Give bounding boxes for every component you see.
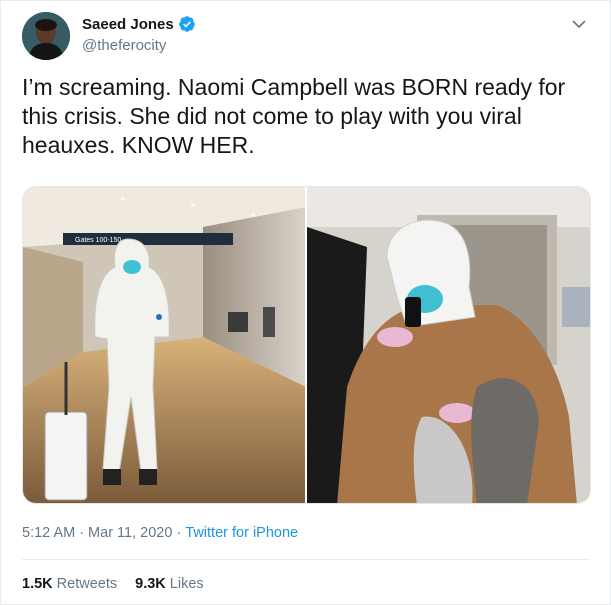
terminal-sign-text: Gates 100-150 [75, 237, 121, 244]
likes-stat[interactable]: 9.3K Likes [135, 576, 204, 592]
tweet-stats: 1.5K Retweets 9.3K Likes [22, 576, 204, 592]
tweet-text-line: I’m screaming. Naomi Campbell was BORN r… [22, 74, 566, 100]
meta-separator: · [79, 525, 85, 541]
tweet-card: Saeed Jones @theferocity I’m screaming. … [0, 0, 611, 605]
retweets-count: 1.5K [22, 576, 53, 592]
verified-badge-icon [178, 15, 196, 33]
tweet-text-line: heauxes. KNOW HER. [22, 132, 255, 158]
retweets-label: Retweets [56, 576, 118, 592]
chevron-down-icon[interactable] [570, 15, 588, 33]
tweet-time[interactable]: 5:12 AM [22, 525, 75, 541]
avatar[interactable] [22, 12, 70, 60]
likes-count: 9.3K [135, 576, 166, 592]
tweet-text: I’m screaming. Naomi Campbell was BORN r… [22, 73, 582, 160]
likes-label: Likes [169, 576, 204, 592]
author-handle[interactable]: @theferocity [82, 37, 166, 54]
retweets-stat[interactable]: 1.5K Retweets [22, 576, 117, 592]
author-name-row: Saeed Jones [82, 15, 196, 33]
media-grid: Gates 100-150 [22, 186, 591, 504]
meta-separator: · [176, 525, 182, 541]
tweet-source-link[interactable]: Twitter for iPhone [185, 525, 298, 541]
photo-closeup[interactable] [307, 187, 590, 503]
divider [22, 559, 590, 560]
photo-airport-corridor[interactable]: Gates 100-150 [23, 187, 305, 503]
tweet-text-line: this crisis. She did not come to play wi… [22, 103, 522, 129]
tweet-meta: 5:12 AM · Mar 11, 2020 · Twitter for iPh… [22, 525, 298, 541]
author-name[interactable]: Saeed Jones [82, 16, 174, 33]
tweet-date[interactable]: Mar 11, 2020 [88, 525, 172, 541]
